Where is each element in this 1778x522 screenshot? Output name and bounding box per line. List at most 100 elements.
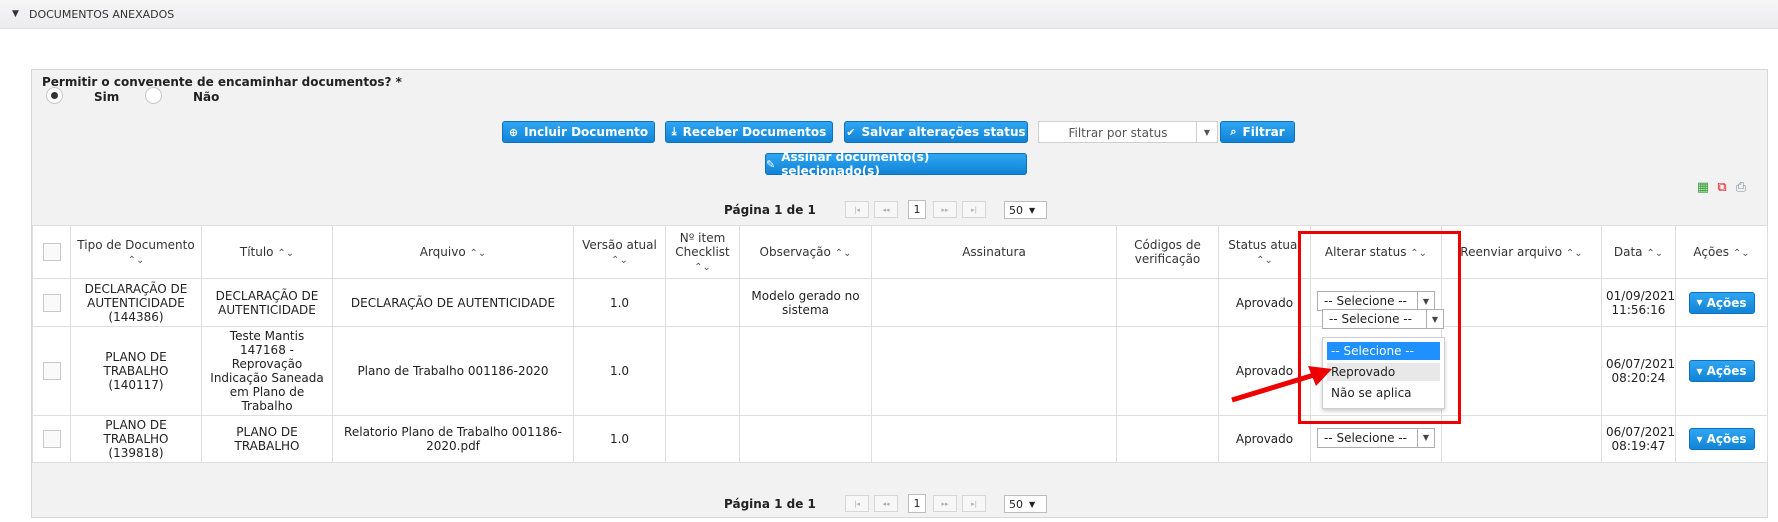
pen-icon: ✎ xyxy=(766,157,776,171)
cell-acoes: ▼ Ações xyxy=(1675,415,1768,463)
table-row: DECLARAÇÃO DE AUTENTICIDADE (144386) DEC… xyxy=(32,278,1768,327)
header-data[interactable]: Data ⌃⌄ xyxy=(1601,225,1676,279)
header-status-label: Status atual xyxy=(1228,238,1301,252)
header-status-atual[interactable]: Status atual ⌃⌄ xyxy=(1218,225,1311,279)
header-titulo-label: Título xyxy=(239,245,274,259)
header-reenviar-label: Reenviar arquivo xyxy=(1460,245,1563,259)
cell-data: 01/09/2021 11:56:16 xyxy=(1601,278,1676,327)
radio-sim-label: Sim xyxy=(94,90,120,104)
cell-nitem xyxy=(665,278,740,327)
print-icon[interactable]: ⎙ xyxy=(1733,180,1749,196)
sort-icon: ⌃⌄ xyxy=(469,248,487,259)
header-nitem[interactable]: Nº item Checklist ⌃⌄ xyxy=(665,225,740,279)
next-page-icon[interactable]: ▸▸ xyxy=(933,495,957,512)
header-arquivo-label: Arquivo xyxy=(419,245,466,259)
chevron-down-icon[interactable]: ▼ xyxy=(1196,122,1217,142)
select-all-checkbox[interactable] xyxy=(42,243,61,261)
plus-circle-icon: ⊕ xyxy=(508,125,519,139)
pager-top: Página 1 de 1 |◂ ◂◂ 1 ▸▸ ▸| 50 ▼ xyxy=(32,197,1767,223)
table-row: PLANO DE TRABALHO (139818) PLANO DE TRAB… xyxy=(32,415,1768,463)
acoes-button[interactable]: ▼ Ações xyxy=(1688,360,1755,382)
salvar-status-button[interactable]: ✔ Salvar alterações status xyxy=(844,121,1028,143)
excel-export-icon[interactable]: ▦ xyxy=(1695,180,1711,196)
page-size-value: 50 xyxy=(1009,203,1023,217)
radio-sim[interactable] xyxy=(46,87,63,104)
header-tipo[interactable]: Tipo de Documento ⌃⌄ xyxy=(70,225,202,279)
export-icons: ▦ ⧉ ⎙ xyxy=(1695,180,1749,196)
forward-docs-question: Permitir o convenente de encaminhar docu… xyxy=(42,75,402,89)
header-assinatura: Assinatura xyxy=(871,225,1117,279)
chevron-down-icon: ▼ xyxy=(1417,428,1434,447)
cell-data: 06/07/2021 08:20:24 xyxy=(1601,326,1676,416)
annotation-arrow-icon xyxy=(1231,366,1332,403)
section-header[interactable]: ▼ DOCUMENTOS ANEXADOS xyxy=(0,0,1778,29)
documents-table: Tipo de Documento ⌃⌄ Título ⌃⌄ Arquivo ⌃⌄… xyxy=(32,225,1768,463)
cell-versao: 1.0 xyxy=(573,415,666,463)
cell-tipo: PLANO DE TRABALHO (140117) xyxy=(70,326,202,416)
sort-icon: ⌃⌄ xyxy=(834,248,852,259)
status-filter-select[interactable]: Filtrar por status ▼ xyxy=(1038,121,1218,143)
acoes-button[interactable]: ▼ Ações xyxy=(1688,291,1755,314)
header-observacao[interactable]: Observação ⌃⌄ xyxy=(739,225,872,279)
search-icon: ⌕ xyxy=(1230,125,1237,138)
first-page-icon[interactable]: |◂ xyxy=(845,201,869,218)
receber-label: Receber Documentos xyxy=(682,125,827,139)
header-acoes-label: Ações xyxy=(1693,245,1729,259)
cell-acoes: ▼ Ações xyxy=(1675,278,1768,327)
sort-icon: ⌃⌄ xyxy=(1256,255,1273,266)
download-icon: ⤓ xyxy=(671,125,677,138)
prev-page-icon[interactable]: ◂◂ xyxy=(874,495,898,512)
cell-observacao: Modelo gerado no sistema xyxy=(739,278,872,327)
current-page[interactable]: 1 xyxy=(908,494,926,513)
sort-icon: ⌃⌄ xyxy=(127,255,145,266)
sort-icon: ⌃⌄ xyxy=(1732,248,1750,259)
row-checkbox[interactable] xyxy=(42,293,61,312)
assinar-documentos-button[interactable]: ✎ Assinar documento(s) selecionado(s) xyxy=(765,150,1027,178)
header-titulo[interactable]: Título ⌃⌄ xyxy=(201,225,333,279)
cell-codigos xyxy=(1116,415,1219,463)
header-reenviar[interactable]: Reenviar arquivo ⌃⌄ xyxy=(1441,225,1602,279)
header-versao[interactable]: Versão atual ⌃⌄ xyxy=(573,225,666,279)
sort-icon: ⌃⌄ xyxy=(277,248,295,259)
current-page[interactable]: 1 xyxy=(908,200,926,219)
row-checkbox-cell xyxy=(32,415,71,463)
header-arquivo[interactable]: Arquivo ⌃⌄ xyxy=(332,225,574,279)
header-acoes[interactable]: Ações ⌃⌄ xyxy=(1675,225,1768,279)
cell-arquivo[interactable]: Plano de Trabalho 001186-2020 xyxy=(332,326,574,416)
last-page-icon[interactable]: ▸| xyxy=(962,201,986,218)
page-size-select[interactable]: 50 ▼ xyxy=(1004,201,1047,219)
section-title: DOCUMENTOS ANEXADOS xyxy=(29,8,175,21)
alterar-status-select[interactable]: -- Selecione -- ▼ xyxy=(1317,427,1435,448)
page-size-value: 50 xyxy=(1009,497,1023,511)
select-all-cell xyxy=(32,225,71,279)
pdf-export-icon[interactable]: ⧉ xyxy=(1714,180,1730,196)
page-size-select[interactable]: 50 ▼ xyxy=(1004,495,1047,513)
row-checkbox[interactable] xyxy=(42,430,61,448)
last-page-icon[interactable]: ▸| xyxy=(962,495,986,512)
cell-data: 06/07/2021 08:19:47 xyxy=(1601,415,1676,463)
chevron-down-icon: ▼ xyxy=(1029,205,1036,215)
collapse-caret-icon[interactable]: ▼ xyxy=(12,9,19,19)
filtrar-button[interactable]: ⌕ Filtrar xyxy=(1220,121,1295,143)
prev-page-icon[interactable]: ◂◂ xyxy=(874,201,898,218)
cell-codigos xyxy=(1116,278,1219,327)
cell-arquivo[interactable]: DECLARAÇÃO DE AUTENTICIDADE xyxy=(332,278,574,327)
chevron-down-icon: ▼ xyxy=(1029,499,1036,509)
check-circle-icon: ✔ xyxy=(846,125,856,139)
acoes-label: Ações xyxy=(1706,295,1747,310)
cell-tipo: DECLARAÇÃO DE AUTENTICIDADE (144386) xyxy=(70,278,202,327)
row-checkbox[interactable] xyxy=(42,362,61,380)
incluir-documento-button[interactable]: ⊕ Incluir Documento xyxy=(502,121,655,143)
acoes-label: Ações xyxy=(1706,432,1747,446)
cell-arquivo[interactable]: Relatorio Plano de Trabalho 001186-2020.… xyxy=(332,415,574,463)
receber-documentos-button[interactable]: ⤓ Receber Documentos xyxy=(665,121,833,143)
acoes-button[interactable]: ▼ Ações xyxy=(1688,428,1755,450)
next-page-icon[interactable]: ▸▸ xyxy=(933,201,957,218)
radio-nao[interactable] xyxy=(145,87,162,104)
cell-assinatura xyxy=(871,415,1117,463)
sort-icon: ⌃⌄ xyxy=(694,262,711,273)
pager-label: Página 1 de 1 xyxy=(724,497,816,511)
cell-assinatura xyxy=(871,278,1117,327)
first-page-icon[interactable]: |◂ xyxy=(845,495,869,512)
header-codigos-label: Códigos de verificação xyxy=(1134,238,1201,266)
